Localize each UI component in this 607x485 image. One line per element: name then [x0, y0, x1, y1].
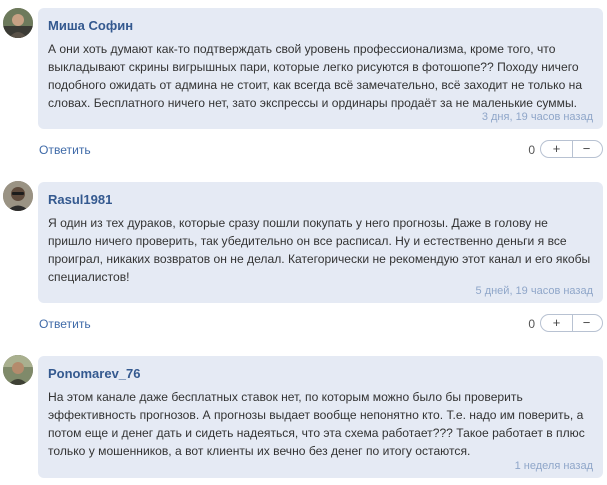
- vote-widget: 0 + −: [493, 314, 603, 334]
- upvote-button[interactable]: +: [541, 141, 573, 157]
- comment-text: А они хоть думают как-то подтверждать св…: [48, 42, 583, 110]
- comment-author[interactable]: Rasul1981: [48, 192, 593, 208]
- user-photo-icon: [3, 355, 33, 385]
- comment-timestamp: 3 дня, 19 часов назад: [481, 111, 593, 123]
- vote-count: 0: [528, 317, 535, 331]
- upvote-button[interactable]: +: [541, 315, 573, 331]
- comment-actions: Ответить 0 + −: [38, 140, 603, 162]
- comment-bubble: Rasul1981 Я один из тех дураков, которые…: [38, 182, 603, 303]
- comment-text: Я один из тех дураков, которые сразу пош…: [48, 216, 591, 284]
- avatar[interactable]: [3, 181, 33, 211]
- reply-link[interactable]: Ответить: [39, 317, 91, 331]
- user-photo-icon: [3, 8, 33, 38]
- comment-bubble: Миша Софин А они хоть думают как-то подт…: [38, 8, 603, 129]
- downvote-button[interactable]: −: [571, 315, 602, 331]
- comment-bubble: Ponomarev_76 На этом канале даже бесплат…: [38, 356, 603, 478]
- comment-author[interactable]: Миша Софин: [48, 18, 593, 34]
- comment-timestamp: 5 дней, 19 часов назад: [475, 285, 593, 297]
- comment-author[interactable]: Ponomarev_76: [48, 366, 593, 382]
- comment-timestamp: 1 неделя назад: [514, 460, 593, 472]
- downvote-button[interactable]: −: [571, 141, 602, 157]
- vote-buttons: + −: [540, 314, 603, 332]
- avatar[interactable]: [3, 355, 33, 385]
- comment-actions: Ответить 0 + −: [38, 314, 603, 336]
- user-photo-icon: [3, 181, 33, 211]
- reply-link[interactable]: Ответить: [39, 143, 91, 157]
- vote-buttons: + −: [540, 140, 603, 158]
- vote-widget: 0 + −: [493, 140, 603, 160]
- comment-text: На этом канале даже бесплатных ставок не…: [48, 390, 585, 458]
- vote-count: 0: [528, 143, 535, 157]
- avatar[interactable]: [3, 8, 33, 38]
